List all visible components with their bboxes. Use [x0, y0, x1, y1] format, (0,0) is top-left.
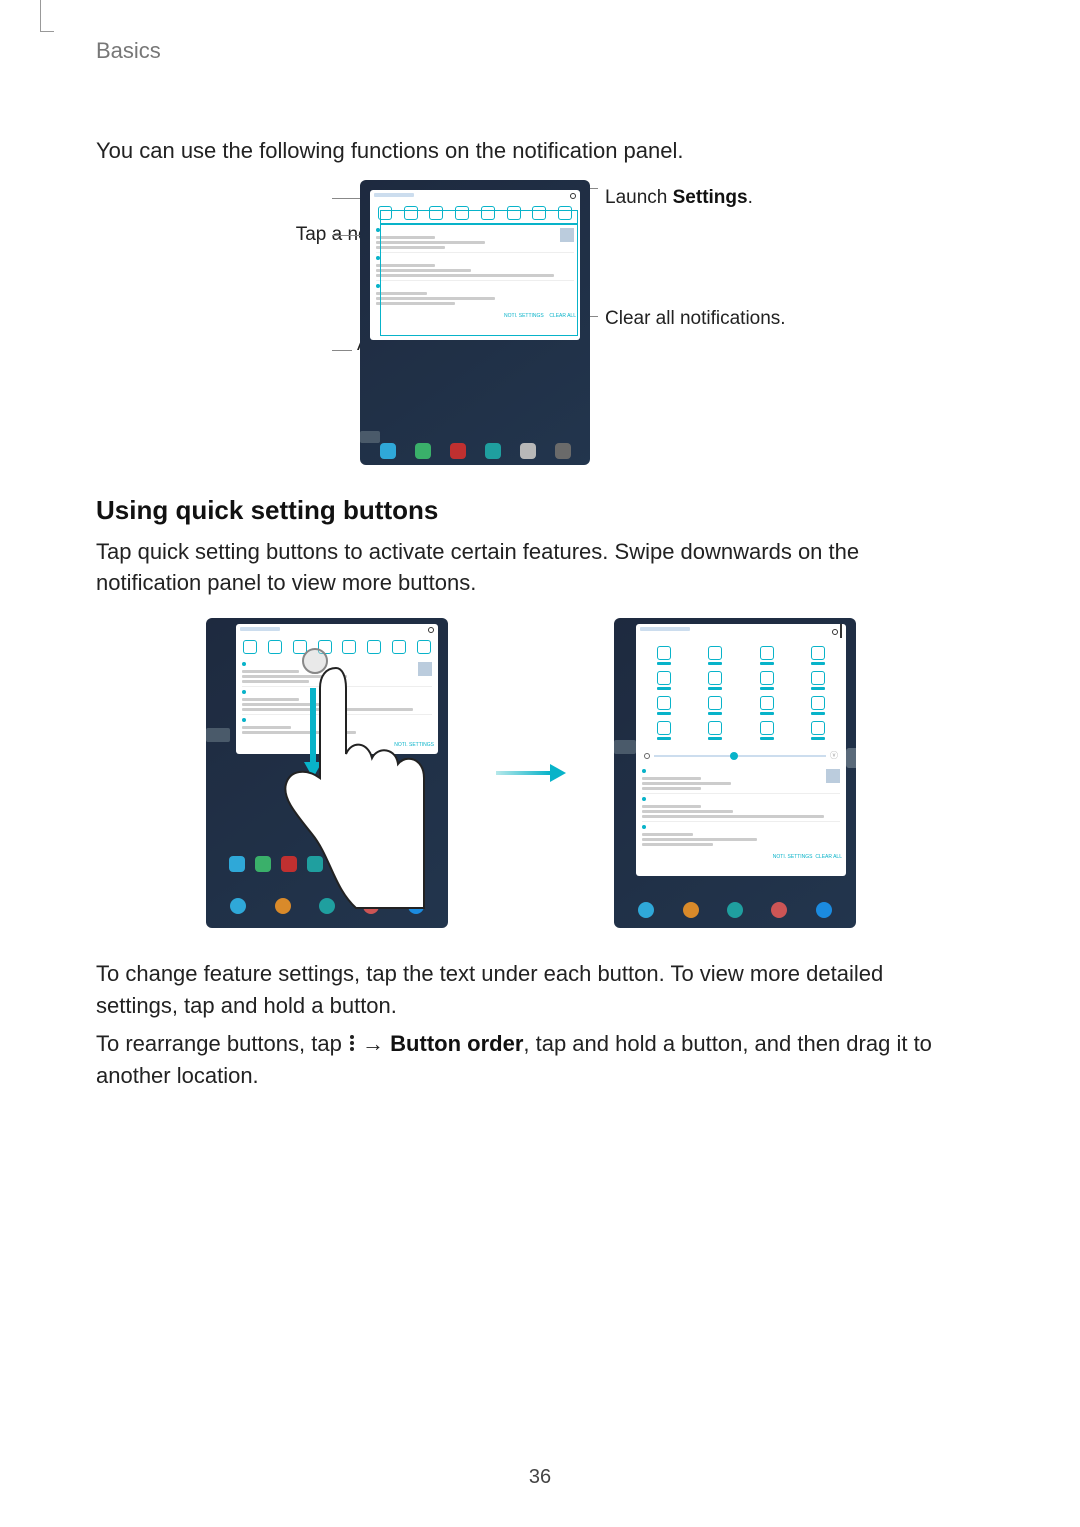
- edge-panel-tab: [846, 748, 856, 768]
- para3-bold: Button order: [390, 1031, 523, 1056]
- notifications-highlight: [380, 224, 578, 336]
- device-figure-main: NOTI. SETTINGS CLEAR ALL: [360, 180, 590, 465]
- para3-text-a: To rearrange buttons, tap: [96, 1031, 348, 1056]
- para3-arrow: →: [356, 1031, 390, 1056]
- leader-line: [332, 350, 352, 351]
- subsection-heading: Using quick setting buttons: [96, 495, 438, 526]
- callout-launch-bold: Settings: [673, 187, 748, 208]
- subsection-paragraph-1: Tap quick setting buttons to activate ce…: [96, 537, 946, 599]
- notification-panel: NOTI. SETTINGS CLEAR ALL: [370, 190, 580, 340]
- callout-launch-suffix: .: [748, 187, 753, 208]
- callout-clear-all: Clear all notifications.: [605, 307, 786, 332]
- brightness-slider: ⓥ: [636, 746, 846, 765]
- app-dock: [370, 443, 580, 459]
- transition-arrow-icon: [496, 766, 566, 780]
- callout-launch-prefix: Launch: [605, 187, 673, 208]
- page-tab-mark: [40, 0, 54, 32]
- section-header: Basics: [96, 38, 161, 64]
- notification-panel-expanded: ⓥ NOTI. SETTINGS CLEAR ALL: [636, 624, 846, 876]
- more-options-icon: [348, 1033, 356, 1053]
- page-number: 36: [0, 1466, 1080, 1489]
- hand-gesture-illustration: [256, 658, 426, 918]
- settings-gear-icon: [570, 193, 576, 199]
- figure-row: NOTI. SETTINGS: [206, 608, 856, 938]
- device-figure-swipe-after: ⓥ NOTI. SETTINGS CLEAR ALL: [614, 618, 856, 928]
- panel-tab: [360, 431, 380, 443]
- quick-settings-grid: [636, 640, 846, 746]
- leader-line: [332, 198, 362, 199]
- quick-settings-highlight: [380, 210, 578, 224]
- subsection-paragraph-3: To rearrange buttons, tap → Button order…: [96, 1028, 956, 1092]
- status-bar: [370, 190, 580, 202]
- subsection-paragraph-2: To change feature settings, tap the text…: [96, 958, 956, 1022]
- device-figure-swipe-before: NOTI. SETTINGS: [206, 618, 448, 928]
- intro-text: You can use the following functions on t…: [96, 138, 684, 164]
- callout-launch-settings: Launch Settings.: [605, 186, 753, 211]
